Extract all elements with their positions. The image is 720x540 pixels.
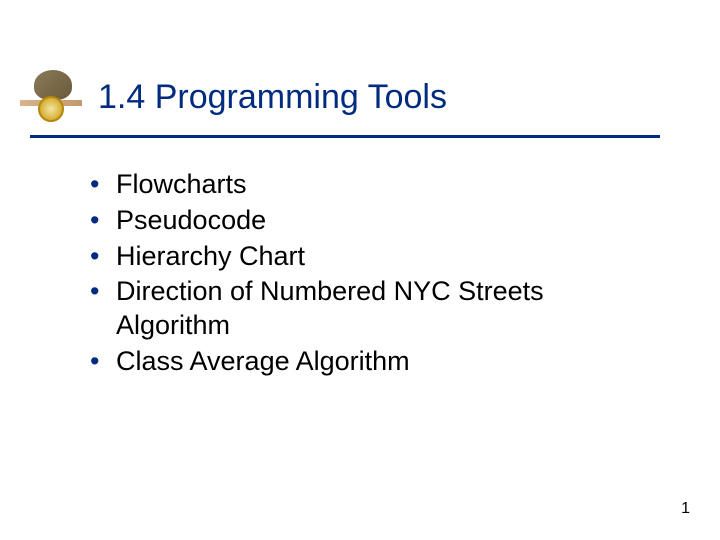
list-item: Direction of Numbered NYC Streets Algori… xyxy=(90,275,650,343)
bullet-list: Flowcharts Pseudocode Hierarchy Chart Di… xyxy=(90,168,650,379)
list-item: Pseudocode xyxy=(90,204,650,238)
slide-header: 1.4 Programming Tools xyxy=(20,70,680,125)
slide: 1.4 Programming Tools Flowcharts Pseudoc… xyxy=(0,0,720,540)
slide-content: Flowcharts Pseudocode Hierarchy Chart Di… xyxy=(90,168,650,379)
slide-title: 1.4 Programming Tools xyxy=(98,78,447,117)
list-item: Flowcharts xyxy=(90,168,650,202)
list-item: Hierarchy Chart xyxy=(90,240,650,274)
list-item: Class Average Algorithm xyxy=(90,345,650,379)
page-number: 1 xyxy=(681,500,690,518)
logo-icon xyxy=(20,70,80,125)
title-underline xyxy=(30,135,660,138)
